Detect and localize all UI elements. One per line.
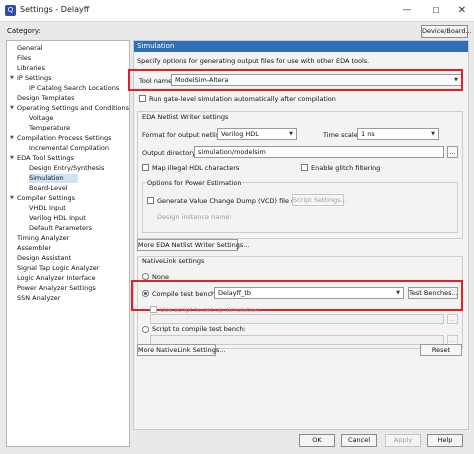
tree-item-compilation-process[interactable]: Compilation Process Settings bbox=[17, 134, 111, 143]
tree-item-logic-analyzer-interface[interactable]: Logic Analyzer Interface bbox=[17, 274, 96, 283]
tree-item-voltage[interactable]: Voltage bbox=[29, 114, 53, 123]
title-bar: Q Settings - Delayff — ☐ ✕ bbox=[0, 0, 474, 22]
tree-item-default-parameters[interactable]: Default Parameters bbox=[29, 224, 92, 233]
highlight-tool-name bbox=[128, 69, 463, 91]
power-estimation-title: Options for Power Estimation bbox=[146, 179, 243, 187]
minimize-icon[interactable]: — bbox=[397, 2, 417, 19]
timescale-value: 1 ns bbox=[361, 130, 375, 138]
tree-item-compiler-settings[interactable]: Compiler Settings bbox=[17, 194, 75, 203]
tree-item-libraries[interactable]: Libraries bbox=[17, 64, 45, 73]
eda-netlist-title: EDA Netlist Writer settings bbox=[141, 113, 230, 121]
tree-item-ssn-analyzer[interactable]: SSN Analyzer bbox=[17, 294, 60, 303]
chevron-down-icon: ▼ bbox=[289, 131, 293, 137]
timescale-dropdown[interactable]: 1 ns ▼ bbox=[357, 128, 439, 140]
design-instance-label: Design instance name: bbox=[157, 213, 232, 221]
browse-output-dir-button[interactable]: ... bbox=[447, 146, 458, 158]
expand-chevron-icon[interactable]: ▼ bbox=[10, 195, 14, 201]
ok-button[interactable]: OK bbox=[299, 434, 335, 447]
use-script-checkbox[interactable] bbox=[150, 306, 157, 313]
tree-item-design-assistant[interactable]: Design Assistant bbox=[17, 254, 71, 263]
vcd-script-label: Generate Value Change Dump (VCD) file sc… bbox=[157, 197, 310, 205]
device-board-button[interactable]: Device/Board... bbox=[421, 25, 472, 38]
run-gate-level-checkbox[interactable] bbox=[139, 95, 146, 102]
tree-item-power-analyzer[interactable]: Power Analyzer Settings bbox=[17, 284, 96, 293]
tree-item-vhdl-input[interactable]: VHDL Input bbox=[29, 204, 66, 213]
chevron-down-icon: ▼ bbox=[431, 131, 435, 137]
tree-item-eda-tool-settings[interactable]: EDA Tool Settings bbox=[17, 154, 74, 163]
tree-item-ip-settings[interactable]: IP Settings bbox=[17, 74, 52, 83]
map-illegal-label: Map illegal HDL characters bbox=[152, 164, 240, 172]
tree-item-design-templates[interactable]: Design Templates bbox=[17, 94, 75, 103]
close-icon[interactable]: ✕ bbox=[452, 2, 472, 19]
glitch-filtering-checkbox[interactable] bbox=[301, 164, 308, 171]
use-script-label: Use script to set up simulation: bbox=[160, 306, 262, 314]
window-title: Settings - Delayff bbox=[20, 5, 90, 14]
tree-item-general[interactable]: General bbox=[17, 44, 43, 53]
map-illegal-checkbox[interactable] bbox=[142, 164, 149, 171]
category-label: Category: bbox=[7, 27, 41, 35]
script-compile-radio[interactable] bbox=[142, 326, 149, 333]
power-estimation-group bbox=[142, 182, 458, 233]
browse-script-button[interactable]: ... bbox=[447, 314, 458, 324]
format-value: Verilog HDL bbox=[221, 130, 259, 138]
simulation-panel: Simulation Specify options for generatin… bbox=[128, 40, 469, 430]
tree-item-temperature[interactable]: Temperature bbox=[29, 124, 70, 133]
more-eda-settings-button[interactable]: More EDA Netlist Writer Settings... bbox=[137, 239, 249, 251]
format-dropdown[interactable]: Verilog HDL ▼ bbox=[217, 128, 297, 140]
nativelink-title: NativeLink settings bbox=[141, 257, 206, 265]
glitch-filtering-label: Enable glitch filtering bbox=[311, 164, 381, 172]
expand-chevron-icon[interactable]: ▼ bbox=[10, 135, 14, 141]
tree-item-verilog-input[interactable]: Verilog HDL Input bbox=[29, 214, 86, 223]
tree-item-design-entry[interactable]: Design Entry/Synthesis bbox=[29, 164, 104, 173]
expand-chevron-icon[interactable]: ▼ bbox=[10, 105, 14, 111]
output-dir-label: Output directory: bbox=[142, 149, 198, 157]
help-button[interactable]: Help bbox=[427, 434, 463, 447]
cancel-button[interactable]: Cancel bbox=[341, 434, 377, 447]
tree-item-board-level[interactable]: Board-Level bbox=[29, 184, 68, 193]
format-label: Format for output netlist: bbox=[142, 131, 224, 139]
more-nativelink-settings-button[interactable]: More NativeLink Settings... bbox=[137, 344, 225, 356]
script-compile-label: Script to compile test bench: bbox=[152, 325, 246, 333]
tree-item-incremental-compilation[interactable]: Incremental Compilation bbox=[29, 144, 109, 153]
timescale-label: Time scale: bbox=[323, 131, 360, 139]
maximize-icon[interactable]: ☐ bbox=[426, 2, 446, 19]
none-radio[interactable] bbox=[142, 273, 149, 280]
apply-button[interactable]: Apply bbox=[385, 434, 421, 447]
use-script-input[interactable] bbox=[150, 314, 444, 324]
panel-description: Specify options for generating output fi… bbox=[137, 57, 370, 65]
run-gate-level-label: Run gate-level simulation automatically … bbox=[149, 95, 336, 103]
tree-item-operating-settings[interactable]: Operating Settings and Conditions bbox=[17, 104, 129, 113]
tree-item-files[interactable]: Files bbox=[17, 54, 31, 63]
tree-item-signal-tap[interactable]: Signal Tap Logic Analyzer bbox=[17, 264, 99, 273]
tree-item-timing-analyzer[interactable]: Timing Analyzer bbox=[17, 234, 69, 243]
tree-item-assembler[interactable]: Assembler bbox=[17, 244, 51, 253]
category-tree: General Files Libraries ▼ IP Settings IP… bbox=[6, 40, 130, 447]
vcd-script-checkbox[interactable] bbox=[147, 197, 154, 204]
script-settings-button[interactable]: Script Settings... bbox=[292, 194, 347, 206]
tree-item-simulation[interactable]: Simulation bbox=[29, 174, 78, 183]
reset-button[interactable]: Reset bbox=[420, 344, 462, 356]
output-dir-input[interactable]: simulation/modelsim bbox=[194, 146, 444, 158]
tree-item-ip-catalog[interactable]: IP Catalog Search Locations bbox=[29, 84, 119, 93]
expand-chevron-icon[interactable]: ▼ bbox=[10, 75, 14, 81]
expand-chevron-icon[interactable]: ▼ bbox=[10, 155, 14, 161]
panel-header: Simulation bbox=[134, 41, 468, 52]
quartus-app-icon: Q bbox=[5, 5, 16, 16]
